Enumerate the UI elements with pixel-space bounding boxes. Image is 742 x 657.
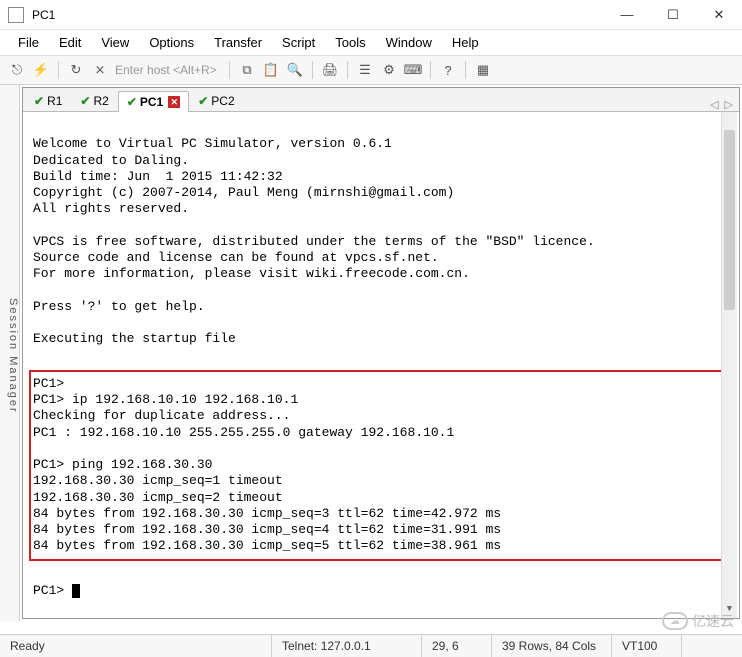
watermark: ☁ 亿速云	[662, 611, 734, 631]
scroll-thumb[interactable]	[724, 130, 735, 310]
terminal-boxed: PC1> PC1> ip 192.168.10.10 192.168.10.1 …	[33, 376, 501, 554]
paste-icon[interactable]: 📋	[260, 59, 282, 81]
tab-r1[interactable]: ✔R1	[25, 90, 71, 111]
separator	[58, 61, 59, 79]
separator	[229, 61, 230, 79]
app-icon	[8, 7, 24, 23]
reconnect-icon[interactable]: ↻	[65, 59, 87, 81]
host-input[interactable]: Enter host <Alt+R>	[113, 63, 223, 77]
annotation: 此时PC1 再次PINGPC2 连通成功！！！	[33, 617, 729, 618]
print-icon[interactable]: 🖨	[319, 59, 341, 81]
check-icon: ✔	[80, 94, 90, 108]
tab-pc1[interactable]: ✔PC1 ✕	[118, 91, 189, 112]
connect-icon[interactable]: ⎋	[6, 59, 28, 81]
keymap-icon[interactable]: ⌨	[402, 59, 424, 81]
scrollbar[interactable]: ▲ ▼	[721, 112, 737, 618]
separator	[312, 61, 313, 79]
separator	[347, 61, 348, 79]
maximize-button[interactable]: ☐	[650, 0, 696, 29]
menu-tools[interactable]: Tools	[327, 33, 373, 52]
menu-file[interactable]: File	[10, 33, 47, 52]
tab-prev-icon[interactable]: ◁	[710, 98, 718, 111]
check-icon: ✔	[34, 94, 44, 108]
close-button[interactable]: ✕	[696, 0, 742, 29]
find-icon[interactable]: 🔍	[284, 59, 306, 81]
tab-r2[interactable]: ✔R2	[71, 90, 117, 111]
copy-icon[interactable]: ⧉	[236, 59, 258, 81]
menu-view[interactable]: View	[93, 33, 137, 52]
highlight-box: PC1> PC1> ip 192.168.10.10 192.168.10.1 …	[29, 370, 733, 561]
content-area: ✔R1 ✔R2 ✔PC1✕ ✔PC2 ◁ ▷ Welcome to Virtua…	[22, 87, 740, 619]
menu-window[interactable]: Window	[378, 33, 440, 52]
status-position: 29, 6	[422, 635, 492, 657]
session-tabs: ✔R1 ✔R2 ✔PC1✕ ✔PC2 ◁ ▷	[23, 88, 739, 112]
check-icon: ✔	[127, 95, 137, 109]
status-telnet: Telnet: 127.0.0.1	[272, 635, 422, 657]
separator	[465, 61, 466, 79]
check-icon: ✔	[198, 94, 208, 108]
status-term: VT100	[612, 635, 682, 657]
terminal-intro: Welcome to Virtual PC Simulator, version…	[33, 136, 595, 346]
menubar: File Edit View Options Transfer Script T…	[0, 30, 742, 55]
close-tab-icon[interactable]: ✕	[168, 96, 180, 108]
cloud-icon: ☁	[662, 612, 688, 630]
tab-label: PC1	[140, 95, 163, 109]
watermark-text: 亿速云	[692, 611, 734, 631]
cursor	[72, 584, 80, 598]
tab-label: PC2	[211, 94, 234, 108]
window-controls: — ☐ ✕	[604, 0, 742, 29]
properties-icon[interactable]: ☰	[354, 59, 376, 81]
tab-next-icon[interactable]: ▷	[725, 98, 733, 111]
terminal-prompt: PC1>	[33, 583, 72, 598]
separator	[430, 61, 431, 79]
tab-label: R2	[93, 94, 108, 108]
help-icon[interactable]: ?	[437, 59, 459, 81]
status-ready: Ready	[0, 635, 272, 657]
window-title: PC1	[32, 8, 604, 22]
session-manager-tab[interactable]: Session Manager	[0, 85, 20, 621]
terminal[interactable]: Welcome to Virtual PC Simulator, version…	[23, 112, 739, 618]
tabs-nav: ◁ ▷	[704, 98, 739, 111]
toolbar: ⎋ ⚡ ↻ ⨯ Enter host <Alt+R> ⧉ 📋 🔍 🖨 ☰ ⚙ ⌨…	[0, 55, 742, 85]
menu-script[interactable]: Script	[274, 33, 323, 52]
options-icon[interactable]: ⚙	[378, 59, 400, 81]
menu-help[interactable]: Help	[444, 33, 487, 52]
status-size: 39 Rows, 84 Cols	[492, 635, 612, 657]
new-session-icon[interactable]: ▦	[472, 59, 494, 81]
menu-options[interactable]: Options	[141, 33, 202, 52]
menu-transfer[interactable]: Transfer	[206, 33, 270, 52]
status-caps	[682, 635, 742, 657]
tab-pc2[interactable]: ✔PC2	[189, 90, 243, 111]
titlebar: PC1 — ☐ ✕	[0, 0, 742, 30]
disconnect-icon[interactable]: ⨯	[89, 59, 111, 81]
menu-edit[interactable]: Edit	[51, 33, 89, 52]
minimize-button[interactable]: —	[604, 0, 650, 29]
statusbar: Ready Telnet: 127.0.0.1 29, 6 39 Rows, 8…	[0, 634, 742, 657]
tab-label: R1	[47, 94, 62, 108]
quick-connect-icon[interactable]: ⚡	[30, 59, 52, 81]
